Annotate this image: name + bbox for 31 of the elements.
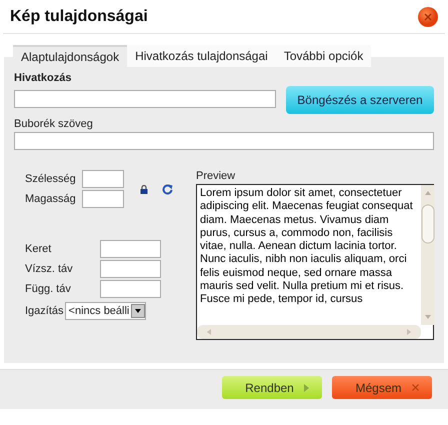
field-label: Buborék szöveg [14, 118, 94, 130]
horizontal-scrollbar[interactable] [197, 325, 421, 339]
field-label: Függ. táv [25, 283, 72, 295]
field-label: Magasság [25, 193, 77, 205]
lock-icon[interactable] [140, 184, 148, 194]
preview-label: Preview [196, 170, 236, 182]
field-label: Keret [25, 243, 52, 255]
close-icon[interactable] [418, 6, 438, 26]
cancel-button[interactable]: Mégsem [332, 376, 432, 399]
close-icon [412, 384, 418, 391]
tab[interactable]: További opciók [276, 45, 372, 67]
ok-button[interactable]: Rendben [222, 376, 322, 399]
window-title: Kép tulajdonságai [10, 8, 148, 26]
size-input[interactable] [82, 190, 124, 208]
link-input[interactable] [14, 90, 276, 108]
spacing-input[interactable] [100, 240, 161, 258]
browse-server-button[interactable]: Böngészés a szerveren [286, 86, 434, 114]
preview-text: Lorem ipsum dolor sit amet, consectetuer adipiscing elit. Maecenas feugiat consequat diam. Maecenas metus. Vivamus diam purus, cursus a, commodo non, facilisis vitae, nulla. Aenean dictum lacinia tortor. Nunc iaculis, nibh non iaculis aliquam, orci felis euismod neque, sed ornare massa mauris sed velit. Nulla pretium mi et risus. Fusce mi pede, tempor id, cursus [199, 186, 414, 308]
tab[interactable]: Hivatkozás tulajdonságai [127, 45, 276, 67]
field-label: Hivatkozás [14, 72, 72, 84]
triangle-icon [304, 384, 309, 392]
field-label: Vízsz. táv [25, 263, 74, 275]
refresh-icon[interactable] [162, 184, 173, 194]
spacing-input[interactable] [100, 260, 161, 278]
align-dropdown[interactable]: <nincs beálli [64, 302, 146, 320]
field-label: Igazítás [25, 305, 64, 317]
tooltip-input[interactable] [14, 132, 434, 150]
spacing-input[interactable] [100, 280, 161, 298]
field-label: Szélesség [25, 173, 77, 185]
vertical-scrollbar[interactable] [421, 185, 435, 325]
size-input[interactable] [82, 170, 124, 188]
